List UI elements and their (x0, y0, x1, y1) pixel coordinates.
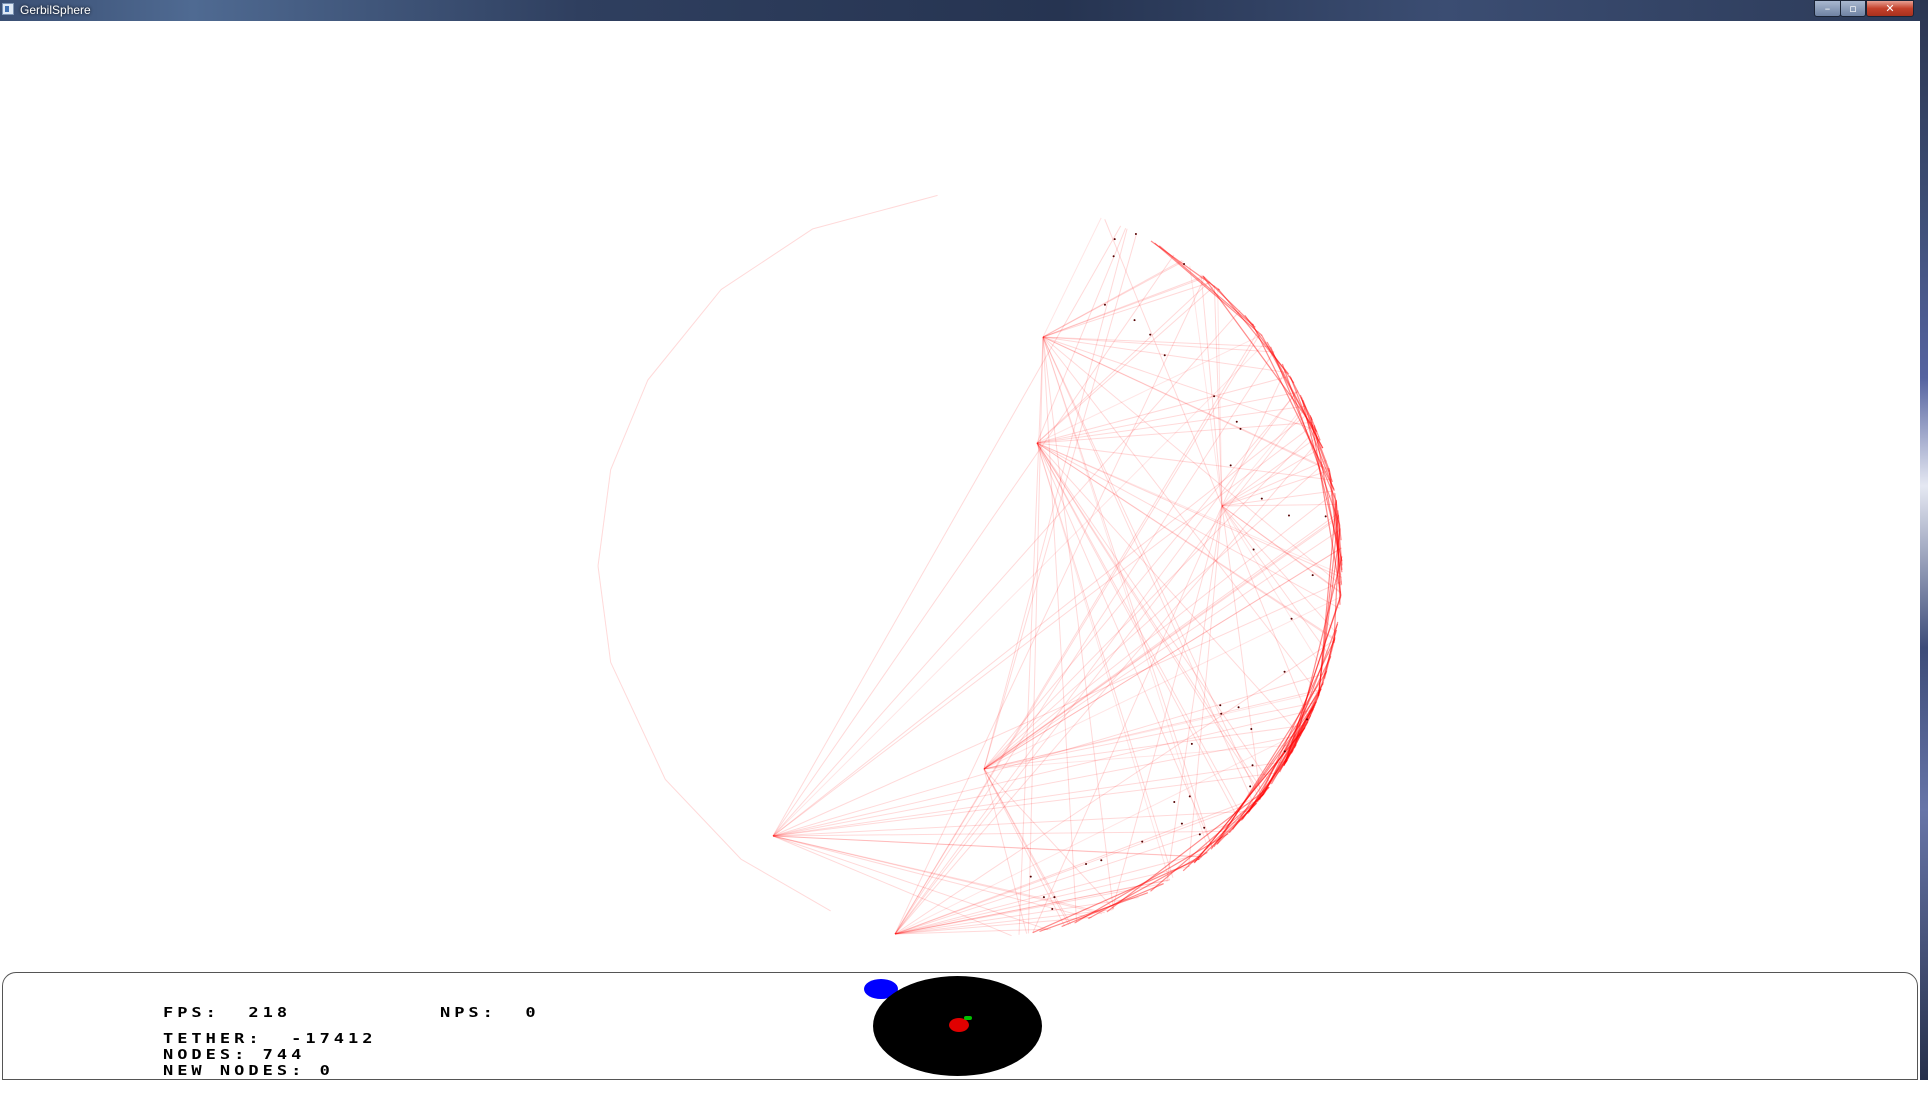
graph-node (1251, 764, 1254, 767)
graph-node (1306, 718, 1309, 721)
3d-viewport[interactable] (0, 21, 1920, 971)
graph-node (1051, 908, 1054, 911)
graph-node (1249, 785, 1252, 788)
graph-node (1250, 727, 1253, 730)
graph-node (1239, 427, 1242, 430)
graph-node (1290, 617, 1293, 620)
graph-node (1287, 514, 1290, 517)
graph-node (1190, 742, 1193, 745)
graph-node (1103, 303, 1106, 306)
graph-node (1163, 354, 1166, 357)
graph-node (1220, 712, 1223, 715)
graph-node (1149, 333, 1152, 336)
graph-node (1213, 395, 1216, 398)
graph-node (1085, 863, 1088, 866)
window-title: GerbilSphere (20, 3, 91, 17)
nps-value: 0 (525, 1005, 540, 1021)
graph-node (1229, 464, 1232, 467)
graph-node (1133, 319, 1136, 322)
nps-stat: NPS: 0 (383, 989, 540, 1037)
radar-direction-marker (964, 1016, 972, 1020)
minimap-radar[interactable] (873, 976, 1042, 1076)
graph-node (1112, 255, 1115, 258)
graph-node (1283, 670, 1286, 673)
radar-sphere-marker (949, 1018, 969, 1032)
new-nodes-stat: NEW NODES: 0 (106, 1047, 334, 1095)
graph-node (1042, 896, 1045, 899)
graph-node (1141, 840, 1144, 843)
graph-node (1235, 420, 1238, 423)
new-nodes-value: 0 (319, 1063, 334, 1079)
graph-node (1029, 875, 1032, 878)
graph-node (1113, 238, 1116, 241)
graph-node (1183, 262, 1186, 265)
graph-node (1100, 859, 1103, 862)
title-bar[interactable]: GerbilSphere – ▫ ✕ (0, 0, 1928, 21)
graph-node (1053, 896, 1056, 899)
new-nodes-label: NEW NODES: (162, 1063, 306, 1079)
graph-node (1311, 574, 1314, 577)
graph-node (1198, 833, 1201, 836)
nps-label: NPS: (439, 1005, 497, 1021)
node-graph-sphere (597, 194, 1343, 937)
graph-node (1173, 800, 1176, 803)
graph-node (1283, 750, 1286, 753)
close-button[interactable]: ✕ (1866, 0, 1914, 17)
app-icon[interactable] (2, 3, 14, 15)
graph-node (1260, 497, 1263, 500)
graph-node (1203, 826, 1206, 829)
graph-node (1324, 515, 1327, 518)
graph-node (1237, 706, 1240, 709)
desktop-background-strip (1920, 0, 1928, 1080)
graph-node (1252, 548, 1255, 551)
graph-node (1188, 795, 1191, 798)
minimize-button[interactable]: – (1814, 0, 1841, 17)
graph-node (1219, 704, 1222, 707)
graph-node (1134, 232, 1137, 235)
maximize-button[interactable]: ▫ (1840, 0, 1866, 17)
graph-node (1180, 822, 1183, 825)
